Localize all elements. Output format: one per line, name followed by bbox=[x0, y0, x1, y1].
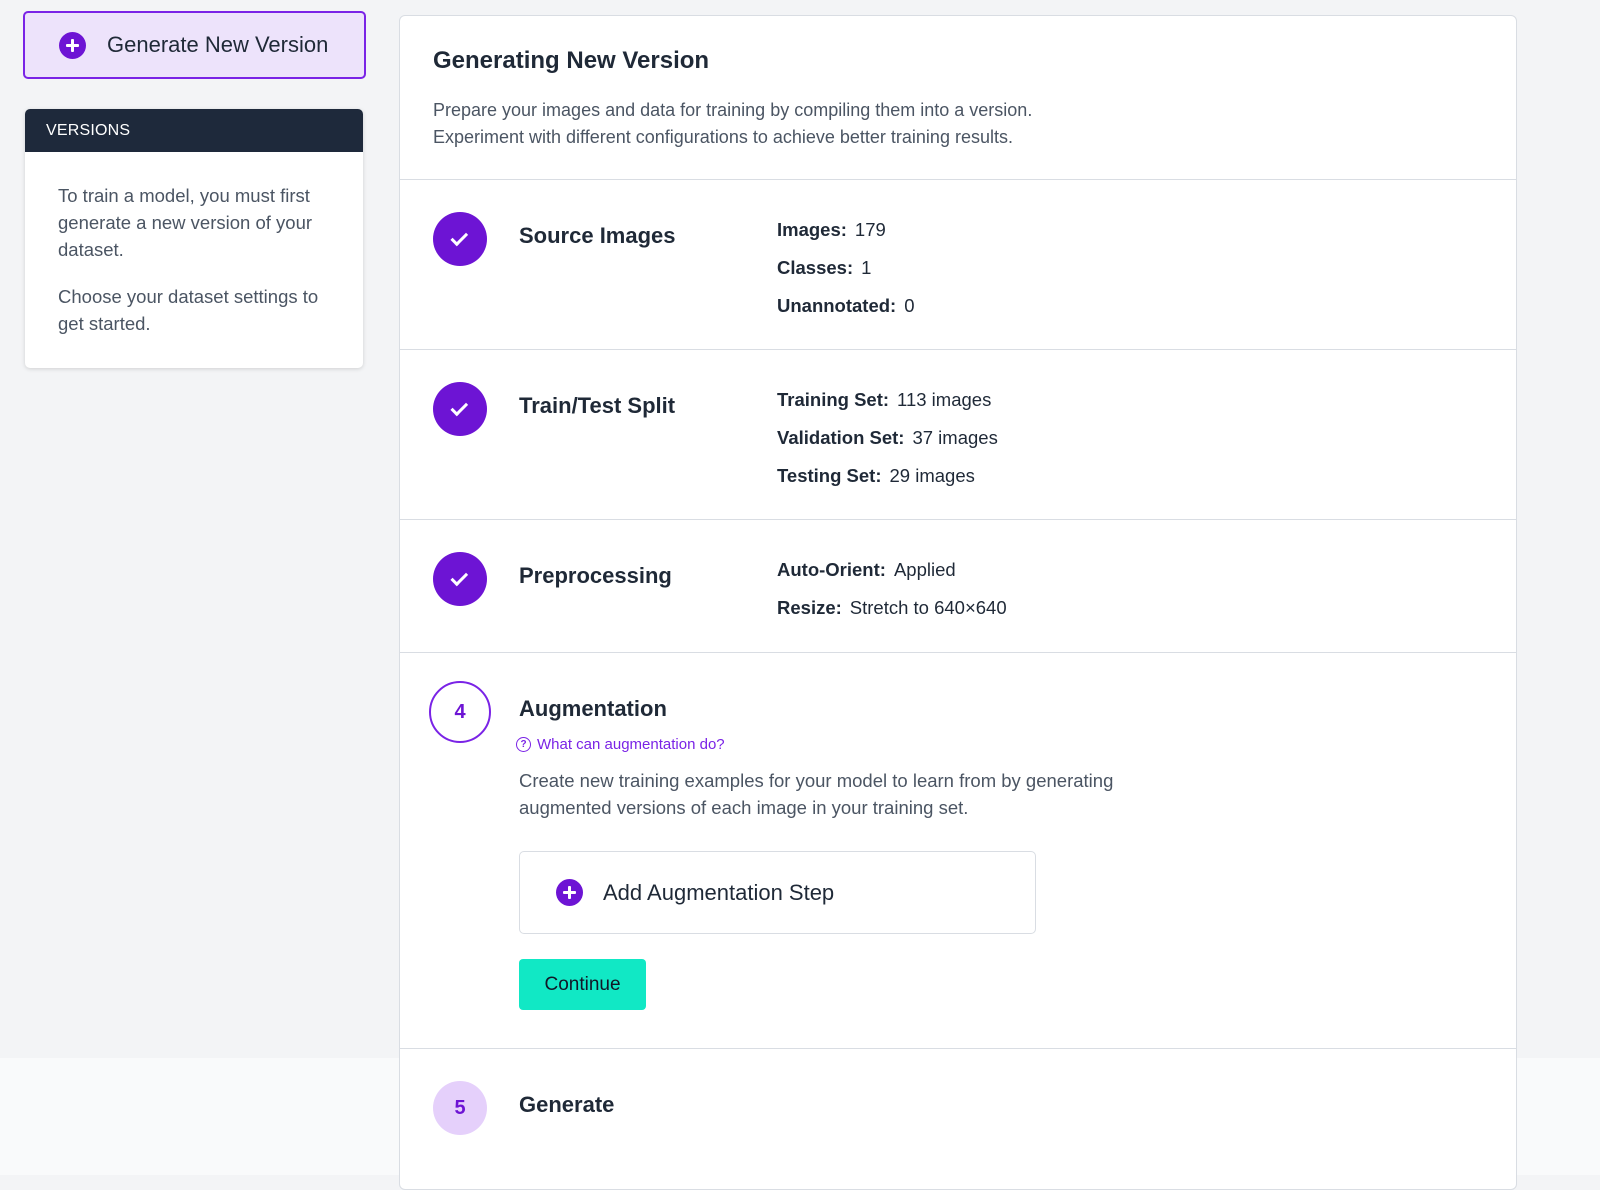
detail-row-testing-set: Testing Set: 29 images bbox=[777, 465, 975, 486]
versions-header: VERSIONS bbox=[25, 109, 363, 152]
check-circle-icon bbox=[433, 552, 487, 606]
version-generator-panel: Generating New Version Prepare your imag… bbox=[399, 15, 1517, 1190]
source-images-details: Images: 179 Classes: 1 Unannotated: 0 bbox=[777, 211, 915, 325]
augmentation-help-link[interactable]: ? What can augmentation do? bbox=[516, 736, 725, 753]
detail-row-classes: Classes: 1 bbox=[777, 257, 872, 278]
page-description-line-2: Experiment with different configurations… bbox=[433, 127, 1013, 147]
step-source-images[interactable]: Source Images Images: 179 Classes: 1 Unann… bbox=[400, 180, 1516, 350]
versions-card: VERSIONS To train a model, you must firs… bbox=[25, 109, 363, 368]
augmentation-description: Create new training examples for your mo… bbox=[519, 767, 1199, 821]
step-number-badge: 5 bbox=[433, 1081, 487, 1135]
check-circle-icon bbox=[433, 382, 487, 436]
step-title-preprocessing: Preprocessing bbox=[519, 563, 672, 588]
add-augmentation-step-label: Add Augmentation Step bbox=[603, 879, 835, 905]
detail-row-validation-set: Validation Set: 37 images bbox=[777, 427, 998, 448]
step-number-badge: 4 bbox=[429, 681, 491, 743]
plus-circle-icon bbox=[59, 31, 86, 59]
step-title-augmentation: Augmentation bbox=[519, 696, 667, 721]
augmentation-description-line-2: augmented versions of each image in your… bbox=[519, 797, 969, 818]
generate-new-version-button[interactable]: Generate New Version bbox=[23, 11, 366, 79]
detail-row-training-set: Training Set: 113 images bbox=[777, 389, 992, 410]
preprocessing-details: Auto-Orient: Applied Resize: Stretch to 64… bbox=[777, 551, 1007, 627]
step-preprocessing[interactable]: Preprocessing Auto-Orient: Applied Resize… bbox=[400, 520, 1516, 653]
plus-circle-icon bbox=[556, 879, 583, 906]
step-generate: 5 Generate bbox=[400, 1049, 1516, 1169]
generate-new-version-label: Generate New Version bbox=[107, 32, 329, 57]
detail-row-auto-orient: Auto-Orient: Applied bbox=[777, 559, 956, 580]
detail-row-images: Images: 179 bbox=[777, 219, 886, 240]
step-augmentation: 4 Augmentation ? What can augmentation d… bbox=[400, 653, 1516, 1049]
train-test-split-details: Training Set: 113 images Validation Set: 3… bbox=[777, 381, 998, 495]
augmentation-help-label: What can augmentation do? bbox=[537, 736, 725, 753]
versions-instruction-text: To train a model, you must first generat… bbox=[58, 185, 313, 260]
detail-row-resize: Resize: Stretch to 640×640 bbox=[777, 597, 1007, 618]
step-title-train-test-split: Train/Test Split bbox=[519, 393, 676, 418]
panel-header: Generating New Version Prepare your imag… bbox=[400, 16, 1516, 180]
step-title-generate: Generate bbox=[519, 1092, 615, 1117]
step-title-source-images: Source Images bbox=[519, 223, 676, 248]
versions-getting-started-text: Choose your dataset settings to get star… bbox=[58, 286, 319, 334]
question-circle-icon: ? bbox=[516, 737, 531, 752]
add-augmentation-step-button[interactable]: Add Augmentation Step bbox=[519, 851, 1036, 934]
page-description: Prepare your images and data for trainin… bbox=[433, 97, 1516, 151]
check-circle-icon bbox=[433, 212, 487, 266]
versions-body: To train a model, you must first generat… bbox=[25, 152, 363, 337]
page-description-line-1: Prepare your images and data for trainin… bbox=[433, 100, 1033, 120]
continue-button[interactable]: Continue bbox=[519, 959, 646, 1010]
detail-row-unannotated: Unannotated: 0 bbox=[777, 295, 915, 316]
page-title: Generating New Version bbox=[433, 47, 710, 74]
step-train-test-split[interactable]: Train/Test Split Training Set: 113 images… bbox=[400, 350, 1516, 520]
augmentation-description-line-1: Create new training examples for your mo… bbox=[519, 770, 1114, 791]
